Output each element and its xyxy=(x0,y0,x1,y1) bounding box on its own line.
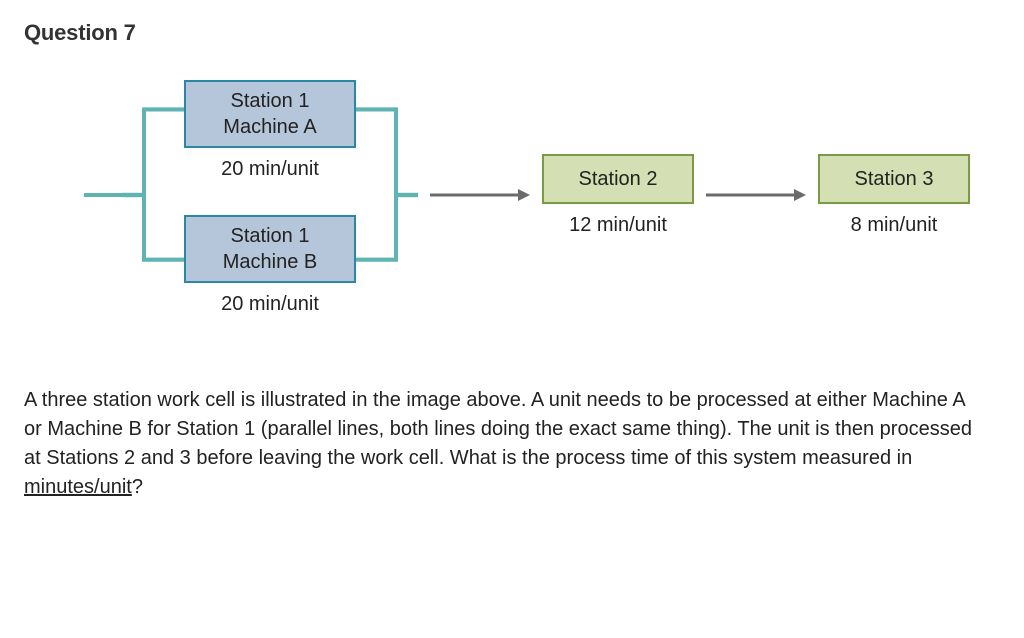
merge-bracket xyxy=(356,74,418,316)
workcell-diagram: Station 1 Machine A 20 min/unit Station … xyxy=(24,74,1000,316)
station3-label: Station 3 xyxy=(855,168,934,190)
split-bracket xyxy=(122,74,184,316)
station1-machine-b: Station 1 Machine B 20 min/unit xyxy=(184,215,356,316)
arrow-to-station3 xyxy=(706,185,806,205)
station2-rate: 12 min/unit xyxy=(569,214,667,237)
station1a-subtitle: Machine A xyxy=(208,114,332,140)
entry-line xyxy=(84,193,122,197)
underlined-term: minutes/unit xyxy=(24,476,132,498)
station1-machine-a: Station 1 Machine A 20 min/unit xyxy=(184,80,356,181)
station1b-title: Station 1 xyxy=(208,223,332,249)
question-trailing: ? xyxy=(132,476,143,498)
arrow-to-station2 xyxy=(430,185,530,205)
station3-rate: 8 min/unit xyxy=(851,214,938,237)
station1a-title: Station 1 xyxy=(208,88,332,114)
station1b-subtitle: Machine B xyxy=(208,249,332,275)
station1b-rate: 20 min/unit xyxy=(221,293,319,316)
station2-label: Station 2 xyxy=(579,168,658,190)
station1a-rate: 20 min/unit xyxy=(221,158,319,181)
question-text: A three station work cell is illustrated… xyxy=(24,389,972,469)
station2: Station 2 12 min/unit xyxy=(542,154,694,237)
station3: Station 3 8 min/unit xyxy=(818,154,970,237)
question-body: A three station work cell is illustrated… xyxy=(24,386,984,502)
question-label: Question 7 xyxy=(24,20,1000,46)
